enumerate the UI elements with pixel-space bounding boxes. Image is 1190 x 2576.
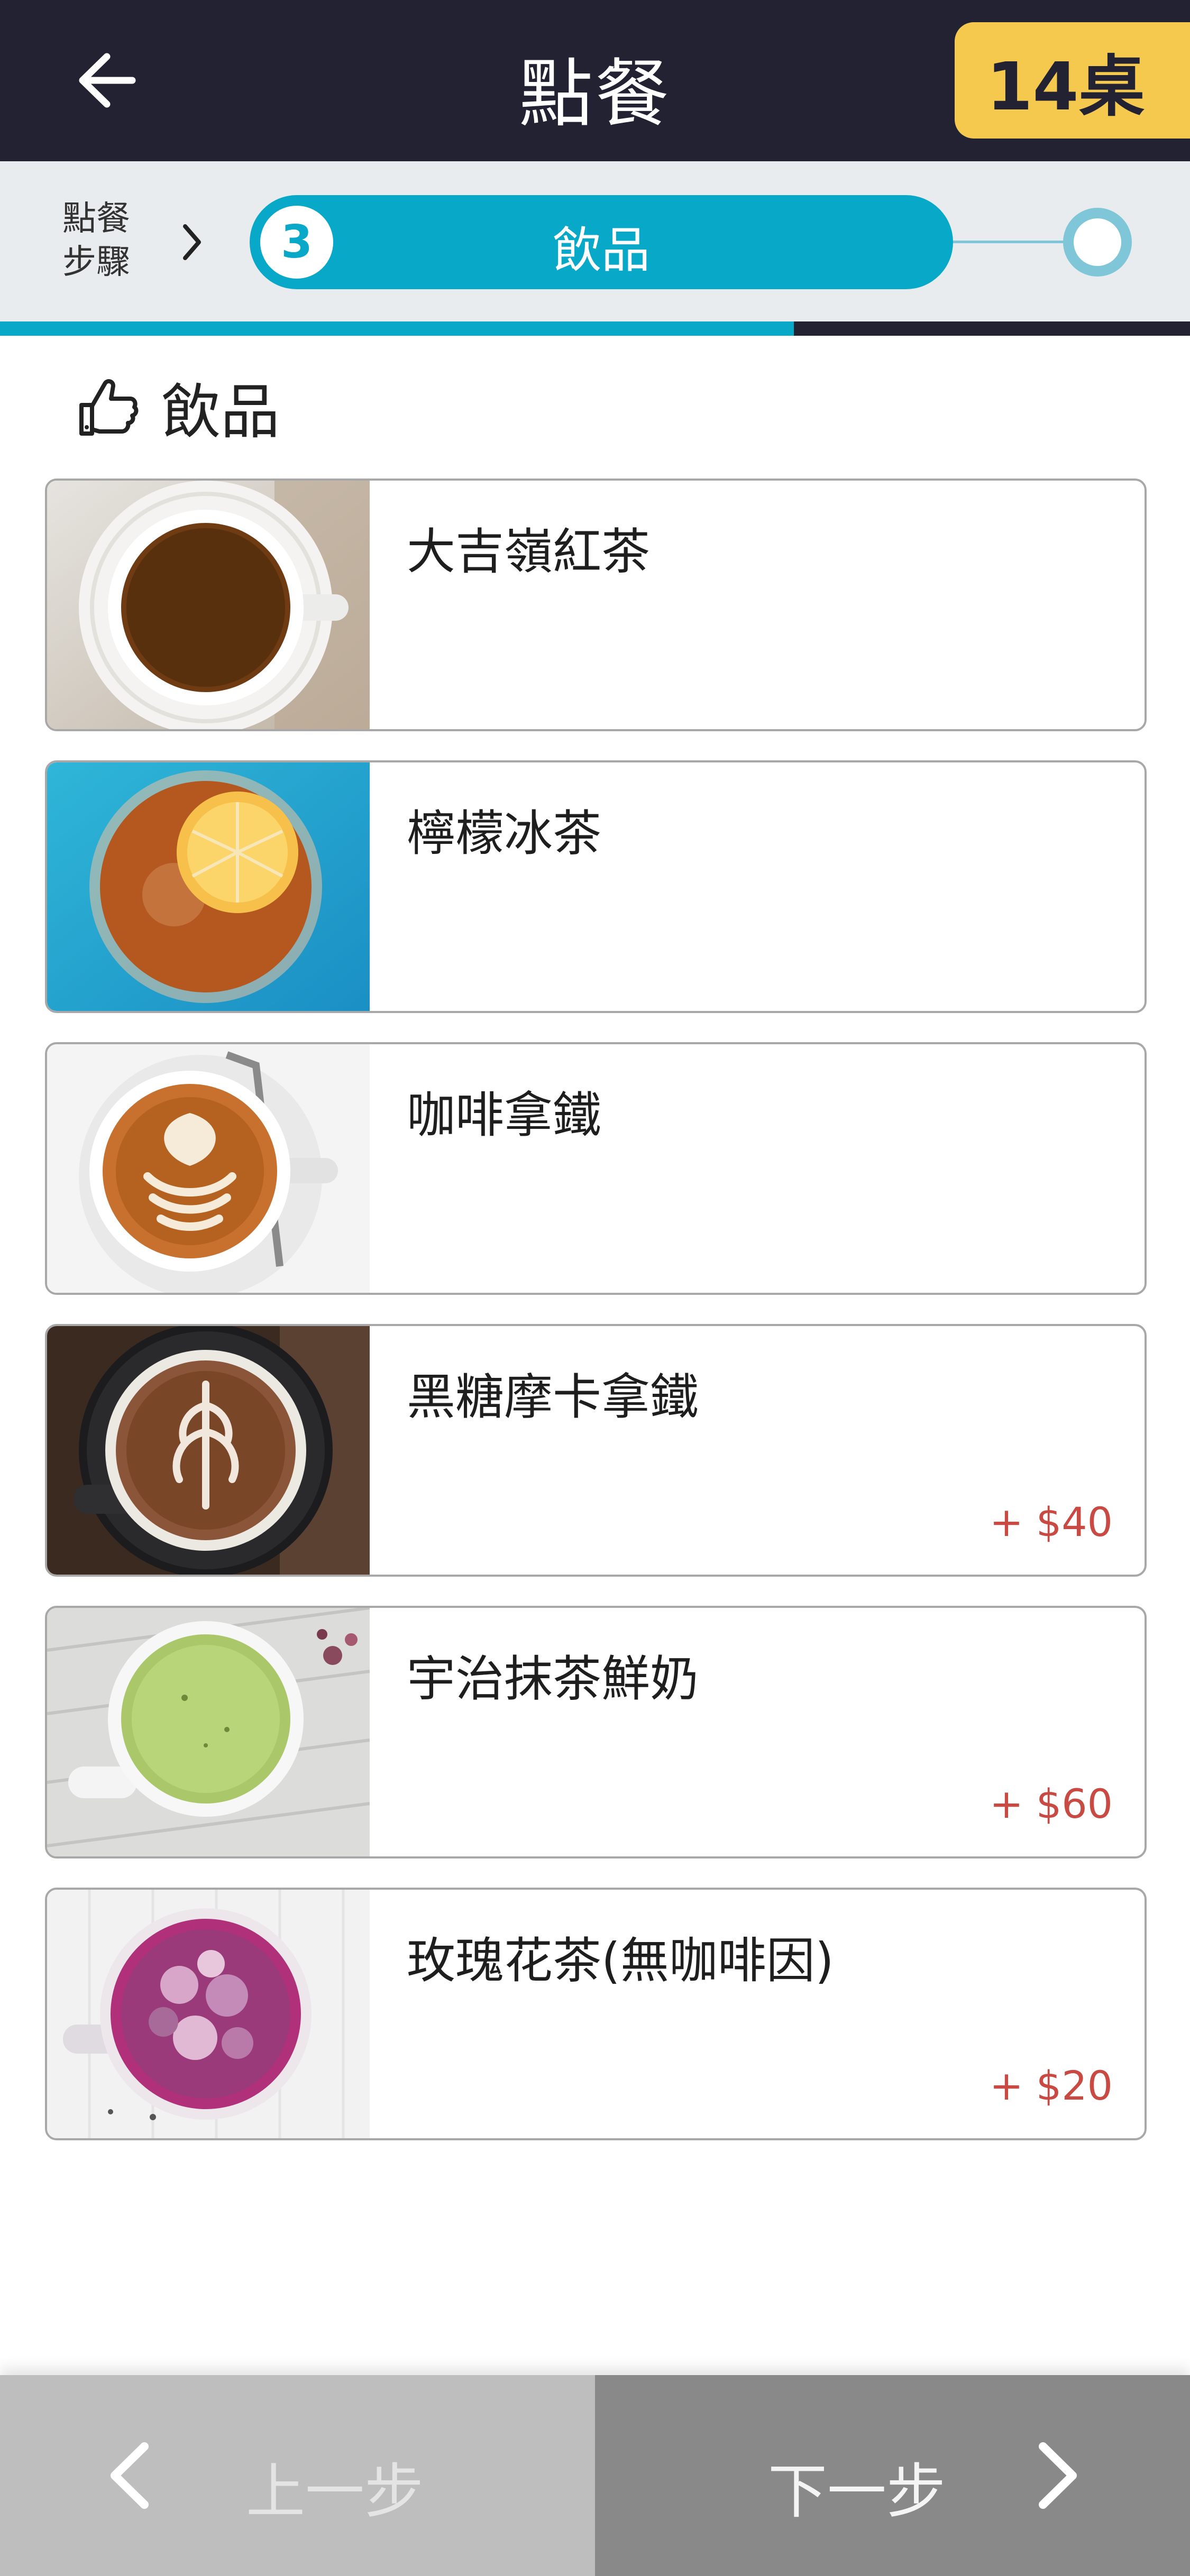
section-heading: 飲品: [74, 370, 280, 447]
table-number-label: 14桌: [986, 48, 1145, 125]
menu-item-card[interactable]: 黑糖摩卡拿鐵 + $40: [45, 1324, 1147, 1577]
mocha-latte-image: [47, 1326, 370, 1575]
matcha-latte-image: [47, 1608, 370, 1856]
next-step-button[interactable]: 下一步: [595, 2375, 1190, 2576]
item-name: 大吉嶺紅茶: [407, 523, 651, 580]
table-number-badge: 14桌: [955, 22, 1190, 139]
menu-item-card[interactable]: 玫瑰花茶(無咖啡因) + $20: [45, 1888, 1147, 2140]
bottom-navigation: 上一步 下一步: [0, 2375, 1190, 2576]
item-name: 黑糖摩卡拿鐵: [407, 1369, 699, 1425]
chevron-right-icon: [183, 224, 201, 260]
item-name: 檸檬冰茶: [407, 805, 602, 862]
current-step-label: 飲品: [552, 222, 650, 279]
menu-item-card[interactable]: 檸檬冰茶: [45, 760, 1147, 1013]
item-price: + $20: [990, 2062, 1113, 2109]
chevron-left-icon: [111, 2442, 149, 2509]
stepper-label-text: 點餐 步驟: [62, 199, 130, 282]
previous-step-button[interactable]: 上一步: [0, 2375, 595, 2576]
menu-item-card[interactable]: 大吉嶺紅茶: [45, 479, 1147, 731]
progress-bar-fill: [0, 321, 794, 336]
section-title: 飲品: [161, 378, 280, 447]
order-stepper: 點餐 步驟 3 飲品: [0, 161, 1190, 323]
next-step-node: [1063, 208, 1132, 277]
item-name: 宇治抹茶鮮奶: [407, 1651, 699, 1707]
menu-item-card[interactable]: 咖啡拿鐵: [45, 1042, 1147, 1295]
chevron-right-icon: [1039, 2442, 1077, 2509]
next-step-label: 下一步: [768, 2458, 946, 2526]
previous-step-label: 上一步: [246, 2458, 424, 2526]
thumbs-point-icon: [79, 379, 139, 436]
item-name: 玫瑰花茶(無咖啡因): [407, 1933, 834, 1989]
stepper-label: 點餐 步驟: [62, 197, 147, 284]
item-price: + $60: [990, 1780, 1113, 1827]
cafe-latte-image: [47, 1044, 370, 1293]
progress-bar: [0, 321, 1190, 336]
menu-item-card[interactable]: 宇治抹茶鮮奶 + $60: [45, 1606, 1147, 1859]
item-price: + $40: [990, 1498, 1113, 1545]
iced-lemon-tea-image: [47, 762, 370, 1011]
app-header: 點餐 14桌: [0, 0, 1190, 161]
step-connector-line: [953, 241, 1067, 243]
item-name: 咖啡拿鐵: [407, 1087, 602, 1144]
black-tea-image: [47, 481, 370, 729]
current-step-pill: 3 飲品: [250, 195, 953, 289]
rose-tea-image: [47, 1890, 370, 2138]
